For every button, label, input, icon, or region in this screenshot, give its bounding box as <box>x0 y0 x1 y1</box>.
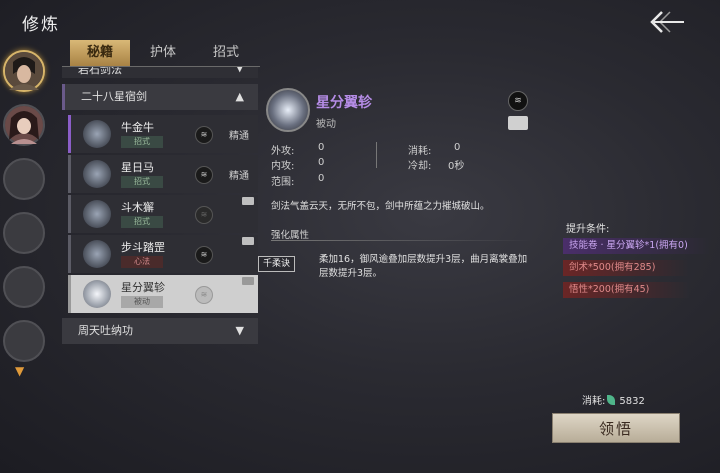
stat-value: 0 <box>318 157 325 168</box>
skill-detail-type: 被动 <box>316 119 336 130</box>
skill-tag: 招式 <box>121 216 163 228</box>
female-portrait-icon <box>5 106 43 144</box>
cost-display: 消耗: 5832 <box>582 392 645 407</box>
tab-moves[interactable]: 招式 <box>196 40 256 66</box>
skill-item[interactable]: 牛金牛 招式 ≋ 精通 <box>68 115 258 153</box>
skill-icon <box>83 200 111 228</box>
rank-icon: ≋ <box>195 286 213 304</box>
stat-label: 内攻: <box>271 161 295 172</box>
chevron-down-icon: ▼ <box>235 324 244 337</box>
cost-label: 消耗: <box>582 396 606 407</box>
stat-label: 外攻: <box>271 146 295 157</box>
proficiency-label: 精通 <box>229 171 249 182</box>
enhance-tag: 千柔诀 <box>258 256 296 272</box>
back-arrow-icon <box>650 11 684 33</box>
empty-avatar-slot[interactable] <box>3 158 45 200</box>
character-avatar-1[interactable] <box>3 50 45 92</box>
skill-item[interactable]: 星日马 招式 ≋ 精通 <box>68 155 258 193</box>
stat-divider <box>376 142 377 168</box>
stat-value: 0 <box>454 142 461 153</box>
stat-label: 冷却: <box>408 161 432 172</box>
page-title: 修炼 <box>22 15 60 35</box>
skill-icon <box>83 280 111 308</box>
stat-label: 消耗: <box>408 146 432 157</box>
empty-avatar-slot[interactable] <box>3 212 45 254</box>
skill-description: 剑法气盖云天，无所不包，剑中所蕴之力摧城破山。 <box>271 201 490 212</box>
skill-tag: 招式 <box>121 136 163 148</box>
book-icon <box>242 237 254 245</box>
skill-list: 岩石剑法 ▼ 二十八星宿剑 ▲ 牛金牛 招式 ≋ 精通 星日马 招式 ≋ 精通 … <box>62 67 260 347</box>
requirements-title: 提升条件: <box>566 224 610 235</box>
character-avatar-2[interactable] <box>3 104 45 146</box>
group-header-collapsed[interactable]: 周天吐纳功 ▼ <box>62 318 258 344</box>
skill-name: 步斗踏罡 <box>121 241 165 254</box>
leaf-currency-icon <box>607 395 616 405</box>
male-portrait-icon <box>5 52 43 90</box>
stat-value: 0 <box>318 142 325 153</box>
book-icon[interactable] <box>508 116 528 130</box>
skill-tag: 被动 <box>121 296 163 308</box>
book-icon <box>242 277 254 285</box>
skill-icon <box>83 160 111 188</box>
skill-icon <box>83 120 111 148</box>
comprehend-button[interactable]: 领悟 <box>552 413 680 443</box>
cost-value: 5832 <box>619 396 645 407</box>
tab-secret-books[interactable]: 秘籍 <box>70 40 130 66</box>
skill-detail-name: 星分翼轸 <box>316 95 372 111</box>
skill-icon <box>83 240 111 268</box>
skill-name: 星分翼轸 <box>121 281 165 294</box>
skill-item[interactable]: 斗木獬 招式 ≋ <box>68 195 258 233</box>
back-button[interactable] <box>648 8 688 36</box>
book-icon <box>242 197 254 205</box>
skill-item[interactable]: 步斗踏罡 心法 ≋ <box>68 235 258 273</box>
stat-value: 0 <box>318 173 325 184</box>
skill-name: 星日马 <box>121 161 154 174</box>
requirement-item: 剑术*500(拥有285) <box>563 260 689 276</box>
stat-value: 0秒 <box>448 161 465 172</box>
rank-icon: ≋ <box>195 166 213 184</box>
skill-tag: 招式 <box>121 176 163 188</box>
enhance-divider <box>271 240 533 241</box>
proficiency-label: 精通 <box>229 131 249 142</box>
empty-avatar-slot[interactable] <box>3 266 45 308</box>
group-header-expanded[interactable]: 二十八星宿剑 ▲ <box>62 84 258 110</box>
chevron-down-icon: ▼ <box>235 67 244 74</box>
empty-avatar-slot[interactable] <box>3 320 45 362</box>
requirement-item: 悟性*200(拥有45) <box>563 282 689 298</box>
enhance-text: 柔加16，御风逾叠加层数提升3层，曲月离裳叠加层数提升3层。 <box>319 254 528 279</box>
group-label: 周天吐纳功 <box>78 324 133 337</box>
skill-tag: 心法 <box>121 256 163 268</box>
rank-icon: ≋ <box>195 126 213 144</box>
skill-name: 斗木獬 <box>121 201 154 214</box>
rank-icon: ≋ <box>195 246 213 264</box>
tab-bar: 秘籍 护体 招式 <box>70 40 260 66</box>
scroll-down-icon[interactable]: ▼ <box>15 364 24 378</box>
rank-icon: ≋ <box>508 91 528 111</box>
group-header-partial[interactable]: 岩石剑法 ▼ <box>62 67 258 78</box>
skill-name: 牛金牛 <box>121 121 154 134</box>
skill-detail-icon <box>266 88 310 132</box>
enhance-header: 强化属性 <box>271 230 310 241</box>
tab-body-protection[interactable]: 护体 <box>133 40 193 66</box>
chevron-up-icon: ▲ <box>235 90 244 103</box>
character-list <box>0 42 50 473</box>
group-label: 岩石剑法 <box>78 67 122 76</box>
stat-label: 范围: <box>271 177 295 188</box>
group-label: 二十八星宿剑 <box>81 90 147 103</box>
requirement-item: 技能卷 · 星分翼轸*1(拥有0) <box>563 238 709 254</box>
rank-icon: ≋ <box>195 206 213 224</box>
skill-item-selected[interactable]: 星分翼轸 被动 ≋ <box>68 275 258 313</box>
